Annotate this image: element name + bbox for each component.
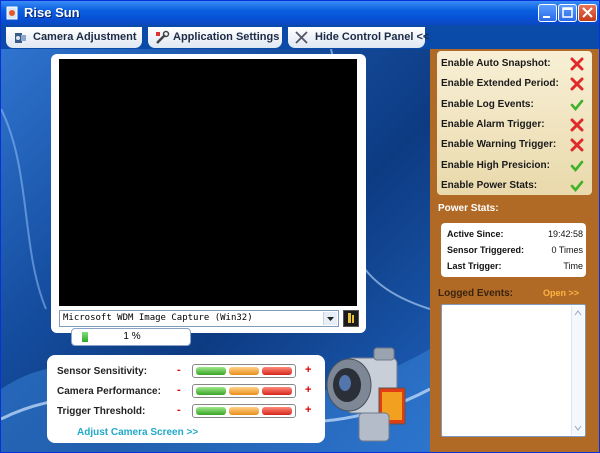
option-row[interactable]: Enable Log Events: (441, 96, 589, 114)
title-bar[interactable]: Rise Sun (1, 1, 599, 25)
option-label: Enable High Presicion: (441, 159, 550, 171)
hide-control-panel-label: Hide Control Panel << (315, 31, 430, 43)
checkmark-icon[interactable] (570, 159, 584, 173)
option-label: Enable Power Stats: (441, 179, 538, 191)
capture-device-value: Microsoft WDM Image Capture (Win32) (63, 313, 253, 323)
last-trigger-row: Last Trigger: Time (447, 260, 583, 274)
level-low-segment (196, 407, 226, 415)
active-since-row: Active Since: 19:42:58 (447, 228, 583, 242)
sensor-sensitivity-decrease[interactable]: - (177, 364, 181, 376)
sensor-triggered-row: Sensor Triggered: 0 Times (447, 244, 583, 258)
capture-progress: 1 % (71, 328, 191, 346)
sensor-triggered-value: 0 Times (551, 245, 583, 255)
logged-events-scrollbar[interactable] (571, 306, 584, 435)
camera-performance-decrease[interactable]: - (177, 384, 181, 396)
level-mid-segment (229, 367, 259, 375)
option-label: Enable Warning Trigger: (441, 139, 557, 151)
maximize-button[interactable] (558, 4, 577, 22)
camera-adjustment-button[interactable]: Camera Adjustment (6, 27, 142, 48)
option-row[interactable]: Enable High Presicion: (441, 157, 589, 175)
device-properties-icon[interactable] (343, 310, 359, 327)
close-button[interactable] (578, 4, 597, 22)
camera-performance-increase[interactable]: + (305, 384, 311, 396)
settings-tools-icon (156, 30, 170, 44)
sensor-controls-panel: Sensor Sensitivity: - + Camera Performan… (47, 355, 325, 443)
rise-sun-app-icon (6, 6, 18, 20)
minimize-button[interactable] (538, 4, 557, 22)
power-stats-heading: Power Stats: (438, 203, 499, 214)
window-title: Rise Sun (24, 5, 80, 20)
active-since-label: Active Since: (447, 229, 504, 239)
option-label: Enable Alarm Trigger: (441, 118, 545, 130)
close-icon (582, 7, 593, 18)
camcorder-icon (326, 347, 406, 442)
sensor-sensitivity-increase[interactable]: + (305, 364, 311, 376)
sensor-sensitivity-row: Sensor Sensitivity: - + (57, 364, 319, 380)
options-box: Enable Auto Snapshot: Enable Extended Per… (437, 51, 592, 195)
last-trigger-value: Time (563, 261, 583, 271)
adjust-camera-screen-link[interactable]: Adjust Camera Screen >> (77, 427, 198, 438)
red-x-icon[interactable] (570, 57, 584, 71)
level-mid-segment (229, 387, 259, 395)
toolbar: Camera Adjustment Application Settings H… (1, 25, 599, 49)
level-high-segment (262, 387, 292, 395)
maximize-icon (562, 7, 573, 18)
trigger-threshold-decrease[interactable]: - (177, 404, 181, 416)
trigger-threshold-row: Trigger Threshold: - + (57, 404, 319, 420)
hide-control-panel-button[interactable]: Hide Control Panel << (288, 27, 429, 48)
control-panel: Enable Auto Snapshot: Enable Extended Per… (430, 49, 599, 452)
scroll-up-icon (574, 310, 582, 316)
camera-adjustment-icon (15, 33, 26, 43)
option-label: Enable Log Events: (441, 98, 534, 110)
video-panel: Microsoft WDM Image Capture (Win32) (51, 54, 366, 333)
red-x-icon[interactable] (570, 77, 584, 91)
sensor-sensitivity-level[interactable] (192, 364, 296, 378)
level-low-segment (196, 367, 226, 375)
open-logged-events-link[interactable]: Open >> (543, 288, 579, 298)
app-window: Rise Sun Camera Adjustment Application S… (0, 0, 600, 453)
power-stats-box: Active Since: 19:42:58 Sensor Triggered:… (441, 223, 586, 277)
capture-device-select[interactable]: Microsoft WDM Image Capture (Win32) (59, 310, 339, 327)
dropdown-arrow-icon[interactable] (323, 312, 337, 325)
trigger-threshold-level[interactable] (192, 404, 296, 418)
level-mid-segment (229, 407, 259, 415)
option-label: Enable Auto Snapshot: (441, 58, 551, 69)
option-row[interactable]: Enable Auto Snapshot: (441, 55, 589, 73)
level-high-segment (262, 367, 292, 375)
scroll-down-icon (574, 425, 582, 431)
sensor-triggered-label: Sensor Triggered: (447, 245, 525, 255)
sensor-sensitivity-label: Sensor Sensitivity: (57, 366, 148, 377)
video-preview (59, 59, 357, 306)
progress-percent: 1 % (123, 331, 141, 342)
option-row[interactable]: Enable Alarm Trigger: (441, 116, 589, 134)
checkmark-icon[interactable] (570, 179, 584, 193)
option-row[interactable]: Enable Warning Trigger: (441, 136, 589, 154)
level-low-segment (196, 387, 226, 395)
hide-panel-icon (295, 31, 308, 44)
camera-performance-label: Camera Performance: (57, 386, 161, 397)
red-x-icon[interactable] (570, 118, 584, 132)
application-settings-label: Application Settings (173, 31, 280, 43)
active-since-value: 19:42:58 (547, 229, 583, 239)
checkmark-icon[interactable] (570, 98, 584, 112)
camera-adjustment-label: Camera Adjustment (33, 31, 137, 43)
camera-area: Microsoft WDM Image Capture (Win32) 1 % … (1, 49, 430, 452)
camera-performance-level[interactable] (192, 384, 296, 398)
option-label: Enable Extended Period: (441, 78, 559, 90)
last-trigger-label: Last Trigger: (447, 261, 502, 271)
camera-performance-row: Camera Performance: - + (57, 384, 319, 400)
level-high-segment (262, 407, 292, 415)
option-row[interactable]: Enable Extended Period: (441, 75, 589, 93)
application-settings-button[interactable]: Application Settings (148, 27, 282, 48)
trigger-threshold-label: Trigger Threshold: (57, 406, 146, 417)
option-row[interactable]: Enable Power Stats: (441, 177, 589, 195)
red-x-icon[interactable] (570, 138, 584, 152)
logged-events-heading: Logged Events: (438, 288, 514, 299)
minimize-icon (543, 16, 550, 18)
logged-events-list[interactable] (441, 304, 586, 437)
trigger-threshold-increase[interactable]: + (305, 404, 311, 416)
